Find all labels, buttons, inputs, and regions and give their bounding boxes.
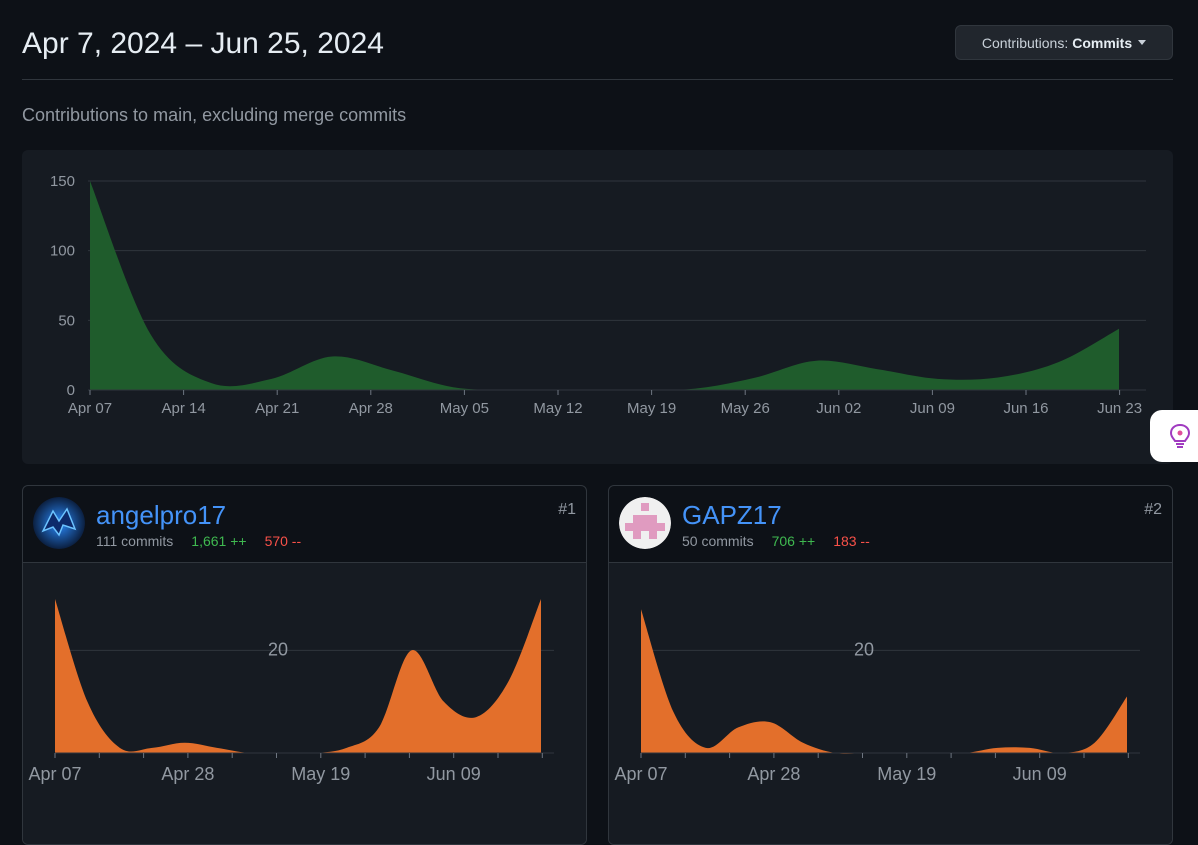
caret-down-icon: [1138, 40, 1147, 45]
assistant-button[interactable]: [1150, 410, 1198, 462]
y-tick-label: 50: [58, 312, 75, 329]
commit-count: 50 commits: [682, 533, 754, 549]
lightbulb-icon: [1169, 423, 1191, 448]
x-tick-label: May 19: [291, 764, 350, 784]
y-tick-label: 150: [50, 173, 75, 190]
x-tick-label: Apr 28: [161, 764, 214, 784]
x-tick-label: Apr 28: [747, 764, 800, 784]
y-tick-label: 100: [50, 243, 75, 260]
contributor-chart: 20 Apr 07 Apr 28 May 19 Jun 09: [609, 563, 1172, 844]
contributor-stats: 50 commits 706 ++ 183 --: [682, 533, 870, 549]
avatar[interactable]: [33, 497, 85, 549]
x-tick-label: May 19: [627, 400, 676, 417]
series-area: [641, 609, 1127, 754]
x-tick-label: Apr 28: [349, 400, 393, 417]
dragon-avatar-icon: [33, 497, 85, 549]
additions-count: 706 ++: [771, 533, 816, 549]
x-tick-label: Apr 14: [161, 400, 205, 417]
contributor-username-link[interactable]: GAPZ17: [682, 500, 782, 531]
y-tick-label: 0: [67, 382, 75, 399]
x-tick-label: Jun 09: [910, 400, 955, 417]
contributor-chart: 20 Apr 07 Apr 28 May 19 Jun 09: [23, 563, 586, 844]
x-tick-label: May 26: [721, 400, 770, 417]
x-tick-label: Jun 23: [1097, 400, 1142, 417]
x-tick-label: Apr 21: [255, 400, 299, 417]
x-tick-label: May 05: [440, 400, 489, 417]
contributor-card: angelpro17 111 commits 1,661 ++ 570 -- #…: [22, 485, 587, 845]
x-tick-label: Jun 09: [1013, 764, 1067, 784]
commit-count: 111 commits: [96, 533, 174, 549]
x-tick-label: May 12: [533, 400, 582, 417]
date-range-title: Apr 7, 2024 – Jun 25, 2024: [22, 27, 384, 60]
contributor-chart-svg: 20 Apr 07 Apr 28 May 19 Jun 09: [614, 609, 1140, 784]
x-tick-label: Apr 07: [614, 764, 667, 784]
series-area: [55, 599, 541, 754]
series-area: [90, 181, 1119, 391]
pixel-avatar-icon: [619, 497, 671, 549]
deletions-count: 183 --: [833, 533, 870, 549]
x-tick-label: Apr 07: [68, 400, 112, 417]
x-tick-label: Jun 02: [816, 400, 861, 417]
x-tick-label: Jun 16: [1003, 400, 1048, 417]
page-header: Apr 7, 2024 – Jun 25, 2024 Contributions…: [22, 0, 1173, 80]
contributions-value: Commits: [1072, 34, 1133, 51]
contributor-rank: #1: [558, 501, 576, 518]
deletions-count: 570 --: [264, 533, 302, 549]
x-tick-label: May 19: [877, 764, 936, 784]
y-tick-label: 20: [854, 639, 874, 659]
contributor-rank: #2: [1144, 501, 1162, 518]
main-chart-svg: 0 50 100 150 Apr 07 Apr 14 Apr 21 Apr 28 May 05 M…: [50, 173, 1146, 417]
contributor-card-header: angelpro17 111 commits 1,661 ++ 570 -- #…: [23, 486, 586, 563]
additions-count: 1,661 ++: [191, 533, 247, 549]
main-contributions-chart: 0 50 100 150 Apr 07 Apr 14 Apr 21 Apr 28 May 05 M…: [22, 150, 1173, 464]
contributor-card-header: GAPZ17 50 commits 706 ++ 183 -- #2: [609, 486, 1172, 563]
y-tick-label: 20: [268, 639, 288, 659]
contributions-label: Contributions:: [981, 34, 1069, 51]
contributor-stats: 111 commits 1,661 ++ 570 --: [96, 533, 301, 549]
contributor-chart-svg: 20 Apr 07 Apr 28 May 19 Jun 09: [28, 599, 554, 784]
x-tick-label: Jun 09: [427, 764, 481, 784]
chart-subtitle: Contributions to main, excluding merge c…: [22, 105, 407, 125]
contributor-username-link[interactable]: angelpro17: [96, 500, 226, 531]
contributions-dropdown-button[interactable]: Contributions: Commits: [955, 25, 1173, 60]
x-tick-label: Apr 07: [28, 764, 81, 784]
contributor-card: GAPZ17 50 commits 706 ++ 183 -- #2 20 Apr…: [608, 485, 1173, 845]
avatar[interactable]: [619, 497, 671, 549]
